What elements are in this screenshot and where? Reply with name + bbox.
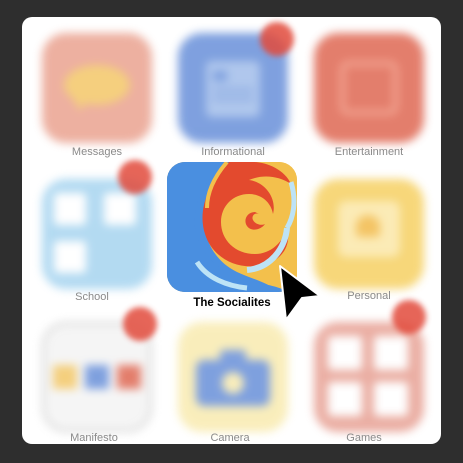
app-folder-panel: Messages Informational Entertainment Sch… <box>22 17 441 444</box>
arrow-cursor-icon <box>279 265 321 321</box>
games-label: Games <box>346 432 382 444</box>
manifesto-label: Manifesto <box>70 432 118 444</box>
personal-app-icon[interactable] <box>314 179 424 289</box>
tv-icon <box>340 61 398 115</box>
games-app-icon[interactable] <box>314 322 424 432</box>
informational-label: Informational <box>201 146 265 158</box>
messages-app-icon[interactable] <box>42 33 152 143</box>
school-notification-badge <box>118 160 152 194</box>
school-label: School <box>75 291 109 303</box>
messages-label: Messages <box>71 146 123 158</box>
entertainment-app-icon[interactable] <box>314 33 424 143</box>
informational-notification-badge <box>260 22 294 56</box>
camera-label: Camera <box>210 432 250 444</box>
camera-app-icon[interactable] <box>178 322 288 432</box>
games-notification-badge <box>392 300 426 334</box>
manifesto-notification-badge <box>123 307 157 341</box>
entertainment-label: Entertainment <box>334 146 404 158</box>
school-app-icon[interactable] <box>42 179 152 289</box>
